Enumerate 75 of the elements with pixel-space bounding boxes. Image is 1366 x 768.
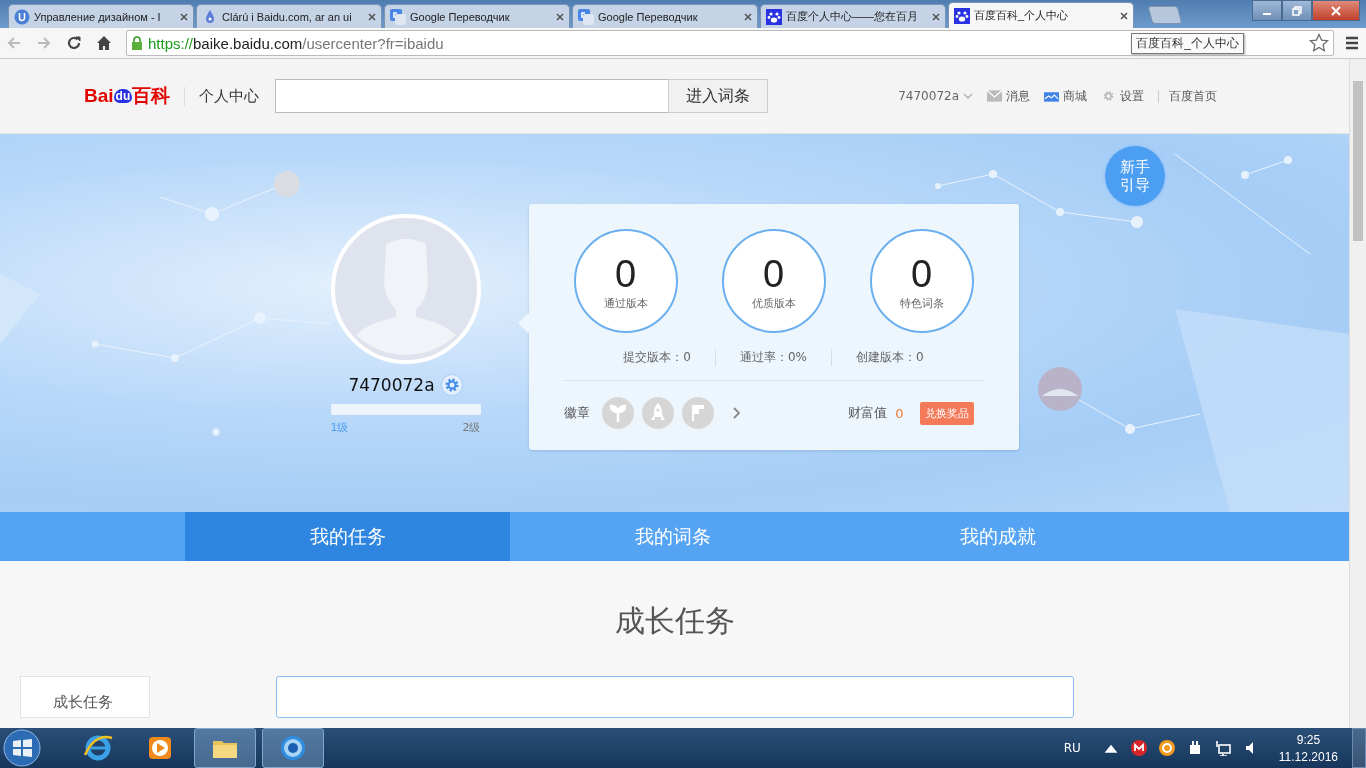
translate-icon <box>390 8 406 25</box>
language-indicator[interactable]: RU <box>1063 741 1081 755</box>
ring-icon[interactable] <box>1158 740 1175 756</box>
scrollbar[interactable] <box>1349 59 1366 728</box>
restore-button[interactable] <box>1282 0 1312 21</box>
stat-label: 特色词条 <box>899 295 944 311</box>
section-tab[interactable]: 我的任务 <box>185 512 510 561</box>
translate-icon <box>578 8 594 25</box>
address-bar[interactable]: https://baike.baidu.com/usercenter?fr=ibaidu 百度百科_个人中心 <box>126 30 1334 56</box>
close-button[interactable] <box>1312 0 1360 21</box>
browser-tab[interactable]: Google Переводчик <box>572 4 758 28</box>
stat-summary: 通过率：0% <box>714 349 831 366</box>
clock-date: 11.12.2016 <box>1278 749 1338 764</box>
section-title: 个人中心 <box>184 86 260 106</box>
start-button[interactable] <box>2 728 42 768</box>
browser-tab[interactable]: Clárú i Baidu.com, ar an ui <box>196 4 382 28</box>
badges-label: 徽章 <box>563 404 590 422</box>
stat-label: 优质版本 <box>751 295 796 311</box>
avatar-thumbnail[interactable] <box>274 171 300 197</box>
letter-circle-icon <box>14 8 30 25</box>
close-icon[interactable] <box>932 12 940 21</box>
enter-entry-button[interactable]: 进入词条 <box>668 79 769 113</box>
minimize-button[interactable] <box>1252 0 1282 21</box>
level-label: 2级 <box>462 420 481 435</box>
stat-summary: 创建版本：0 <box>831 349 948 366</box>
close-icon[interactable] <box>180 12 188 21</box>
stat-summary: 提交版本：0 <box>622 349 692 366</box>
stat-value: 0 <box>762 251 785 296</box>
chevron-right-icon[interactable] <box>731 407 740 419</box>
home-icon[interactable] <box>96 35 112 51</box>
mail-icon <box>987 90 1002 102</box>
shop-icon <box>1044 90 1059 102</box>
chevron-down-icon <box>963 93 973 99</box>
settings-icon[interactable] <box>440 374 463 396</box>
header-link[interactable]: 消息 <box>1006 87 1030 105</box>
gear-icon <box>1101 90 1116 102</box>
clock-time: 9:25 <box>1296 732 1321 747</box>
tooltip: 百度百科_个人中心 <box>1131 32 1244 54</box>
stat-label: 通过版本 <box>603 295 648 311</box>
reload-icon[interactable] <box>66 35 82 51</box>
level-label: 1级 <box>330 420 349 435</box>
wealth-label: 财富值 <box>848 404 888 422</box>
header-link[interactable]: 百度首页 <box>1169 87 1217 105</box>
browser-tab[interactable]: Google Переводчик <box>384 4 570 28</box>
paw-icon <box>766 8 782 25</box>
browser-tab[interactable]: Управление дизайном - I <box>8 4 194 28</box>
search-field[interactable] <box>275 79 670 113</box>
minimize-icon <box>1263 12 1271 15</box>
paw-icon <box>954 7 970 24</box>
header-link[interactable]: 设置 <box>1120 87 1144 105</box>
lock-icon <box>131 36 143 50</box>
close-icon[interactable] <box>368 12 376 21</box>
stat-value: 0 <box>614 251 637 296</box>
stat-value: 0 <box>910 251 933 296</box>
close-icon[interactable] <box>744 12 752 21</box>
browser-tab[interactable]: 百度百科_个人中心 <box>948 2 1134 28</box>
star-icon[interactable] <box>1309 33 1329 53</box>
avatar-thumbnail[interactable] <box>1038 367 1082 411</box>
close-icon[interactable] <box>1120 11 1128 20</box>
close-icon[interactable] <box>556 12 564 21</box>
user-name: 7470072a <box>348 375 435 395</box>
browser-tab[interactable]: 百度个人中心——您在百月 <box>760 4 946 28</box>
restore-icon <box>1292 5 1302 16</box>
wealth-value: 0 <box>895 405 904 421</box>
browser-ring-icon <box>278 733 308 763</box>
user-menu[interactable]: 7470072a <box>898 89 973 103</box>
clock[interactable]: 9:25 11.12.2016 <box>1278 732 1338 764</box>
browser-e-icon <box>83 733 113 763</box>
close-icon <box>1331 5 1341 16</box>
network-icon[interactable] <box>1214 740 1231 756</box>
letter-m-icon[interactable] <box>1130 740 1147 756</box>
baike-logo[interactable]: Bai du百科 <box>84 83 171 109</box>
header-link[interactable]: 商城 <box>1063 87 1087 105</box>
menu-icon[interactable] <box>1344 35 1360 51</box>
section-heading: 成长任务 <box>613 602 736 640</box>
